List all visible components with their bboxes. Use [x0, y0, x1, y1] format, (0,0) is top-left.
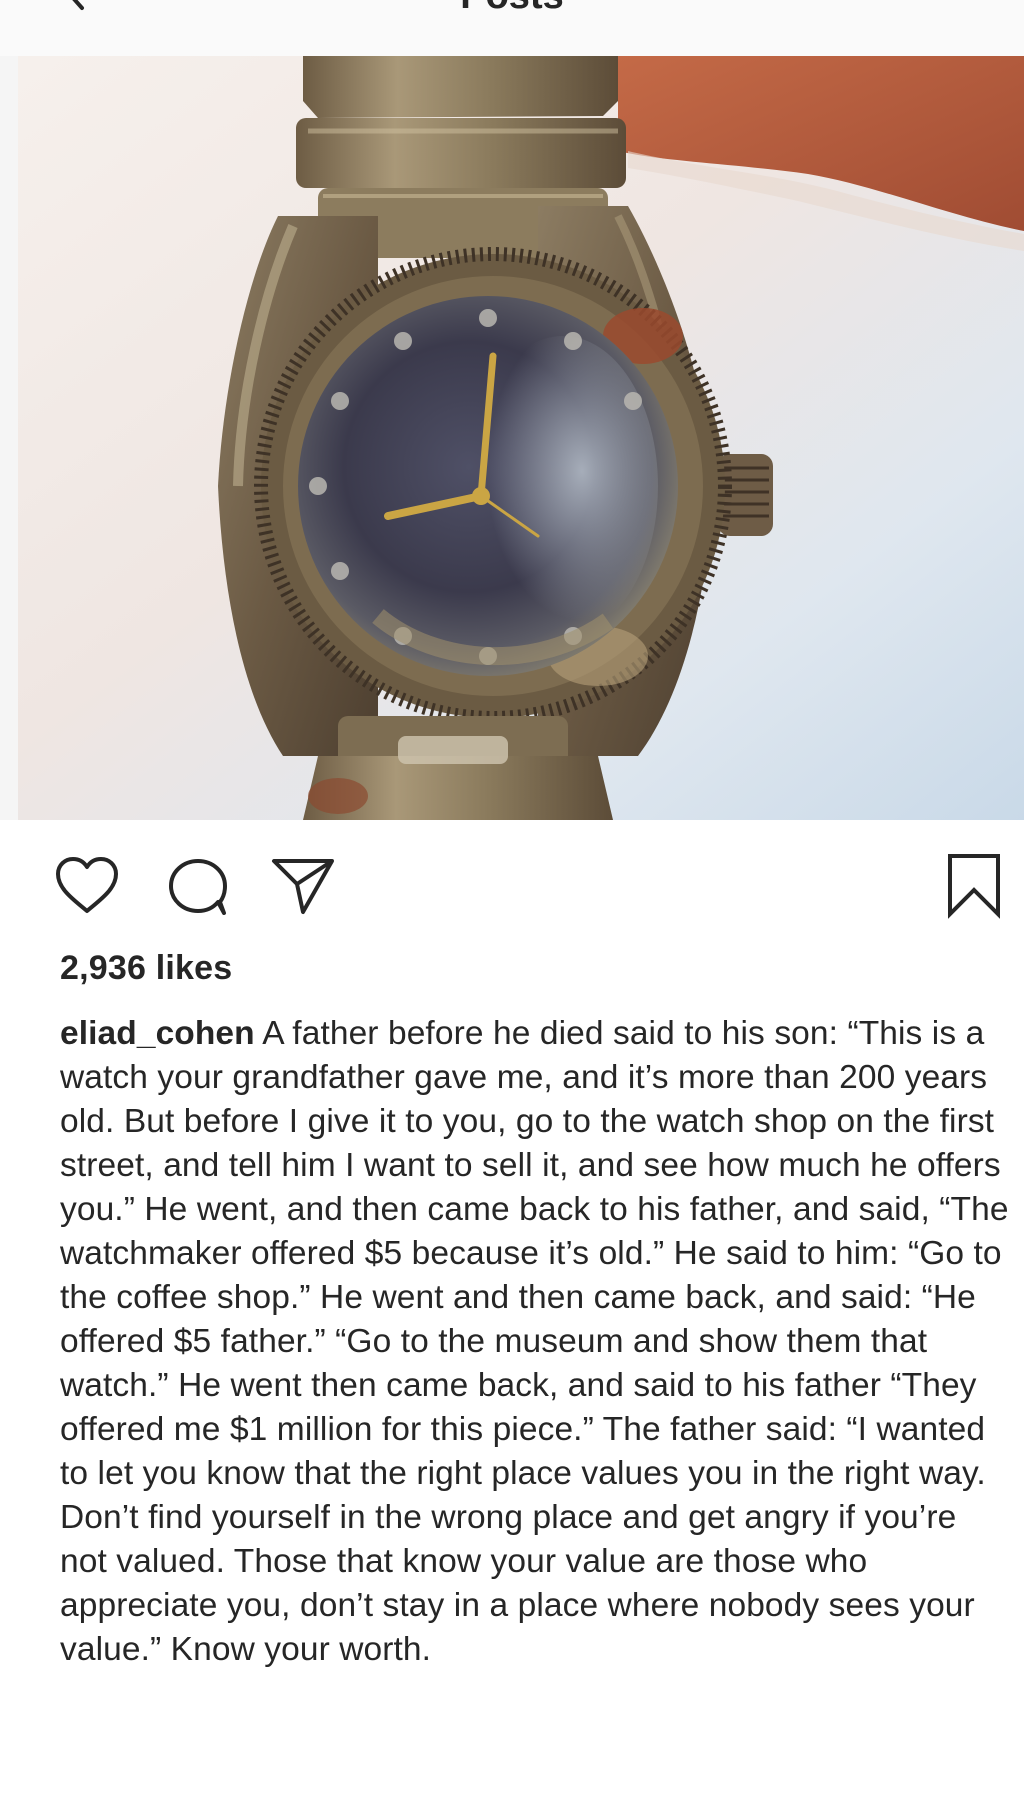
caption-username[interactable]: eliad_cohen — [60, 1015, 255, 1052]
share-button[interactable] — [270, 856, 336, 916]
photo-gutter — [0, 56, 18, 820]
likes-count[interactable]: 2,936 likes — [60, 948, 232, 988]
page-title: Posts — [0, 0, 1024, 18]
heart-icon — [56, 857, 118, 913]
save-button[interactable] — [946, 852, 1002, 920]
comment-button[interactable] — [166, 856, 230, 918]
like-button[interactable] — [54, 856, 120, 916]
top-navigation-bar: Posts — [0, 0, 1024, 57]
caption-text: A father before he died said to his son:… — [60, 1015, 1009, 1668]
comment-bubble-icon — [169, 859, 227, 915]
post-action-bar — [0, 850, 1024, 920]
paper-plane-icon — [272, 859, 334, 914]
bookmark-icon — [948, 854, 1000, 919]
post-image[interactable] — [18, 56, 1024, 820]
post-caption: eliad_cohen A father before he died said… — [60, 1012, 1010, 1672]
